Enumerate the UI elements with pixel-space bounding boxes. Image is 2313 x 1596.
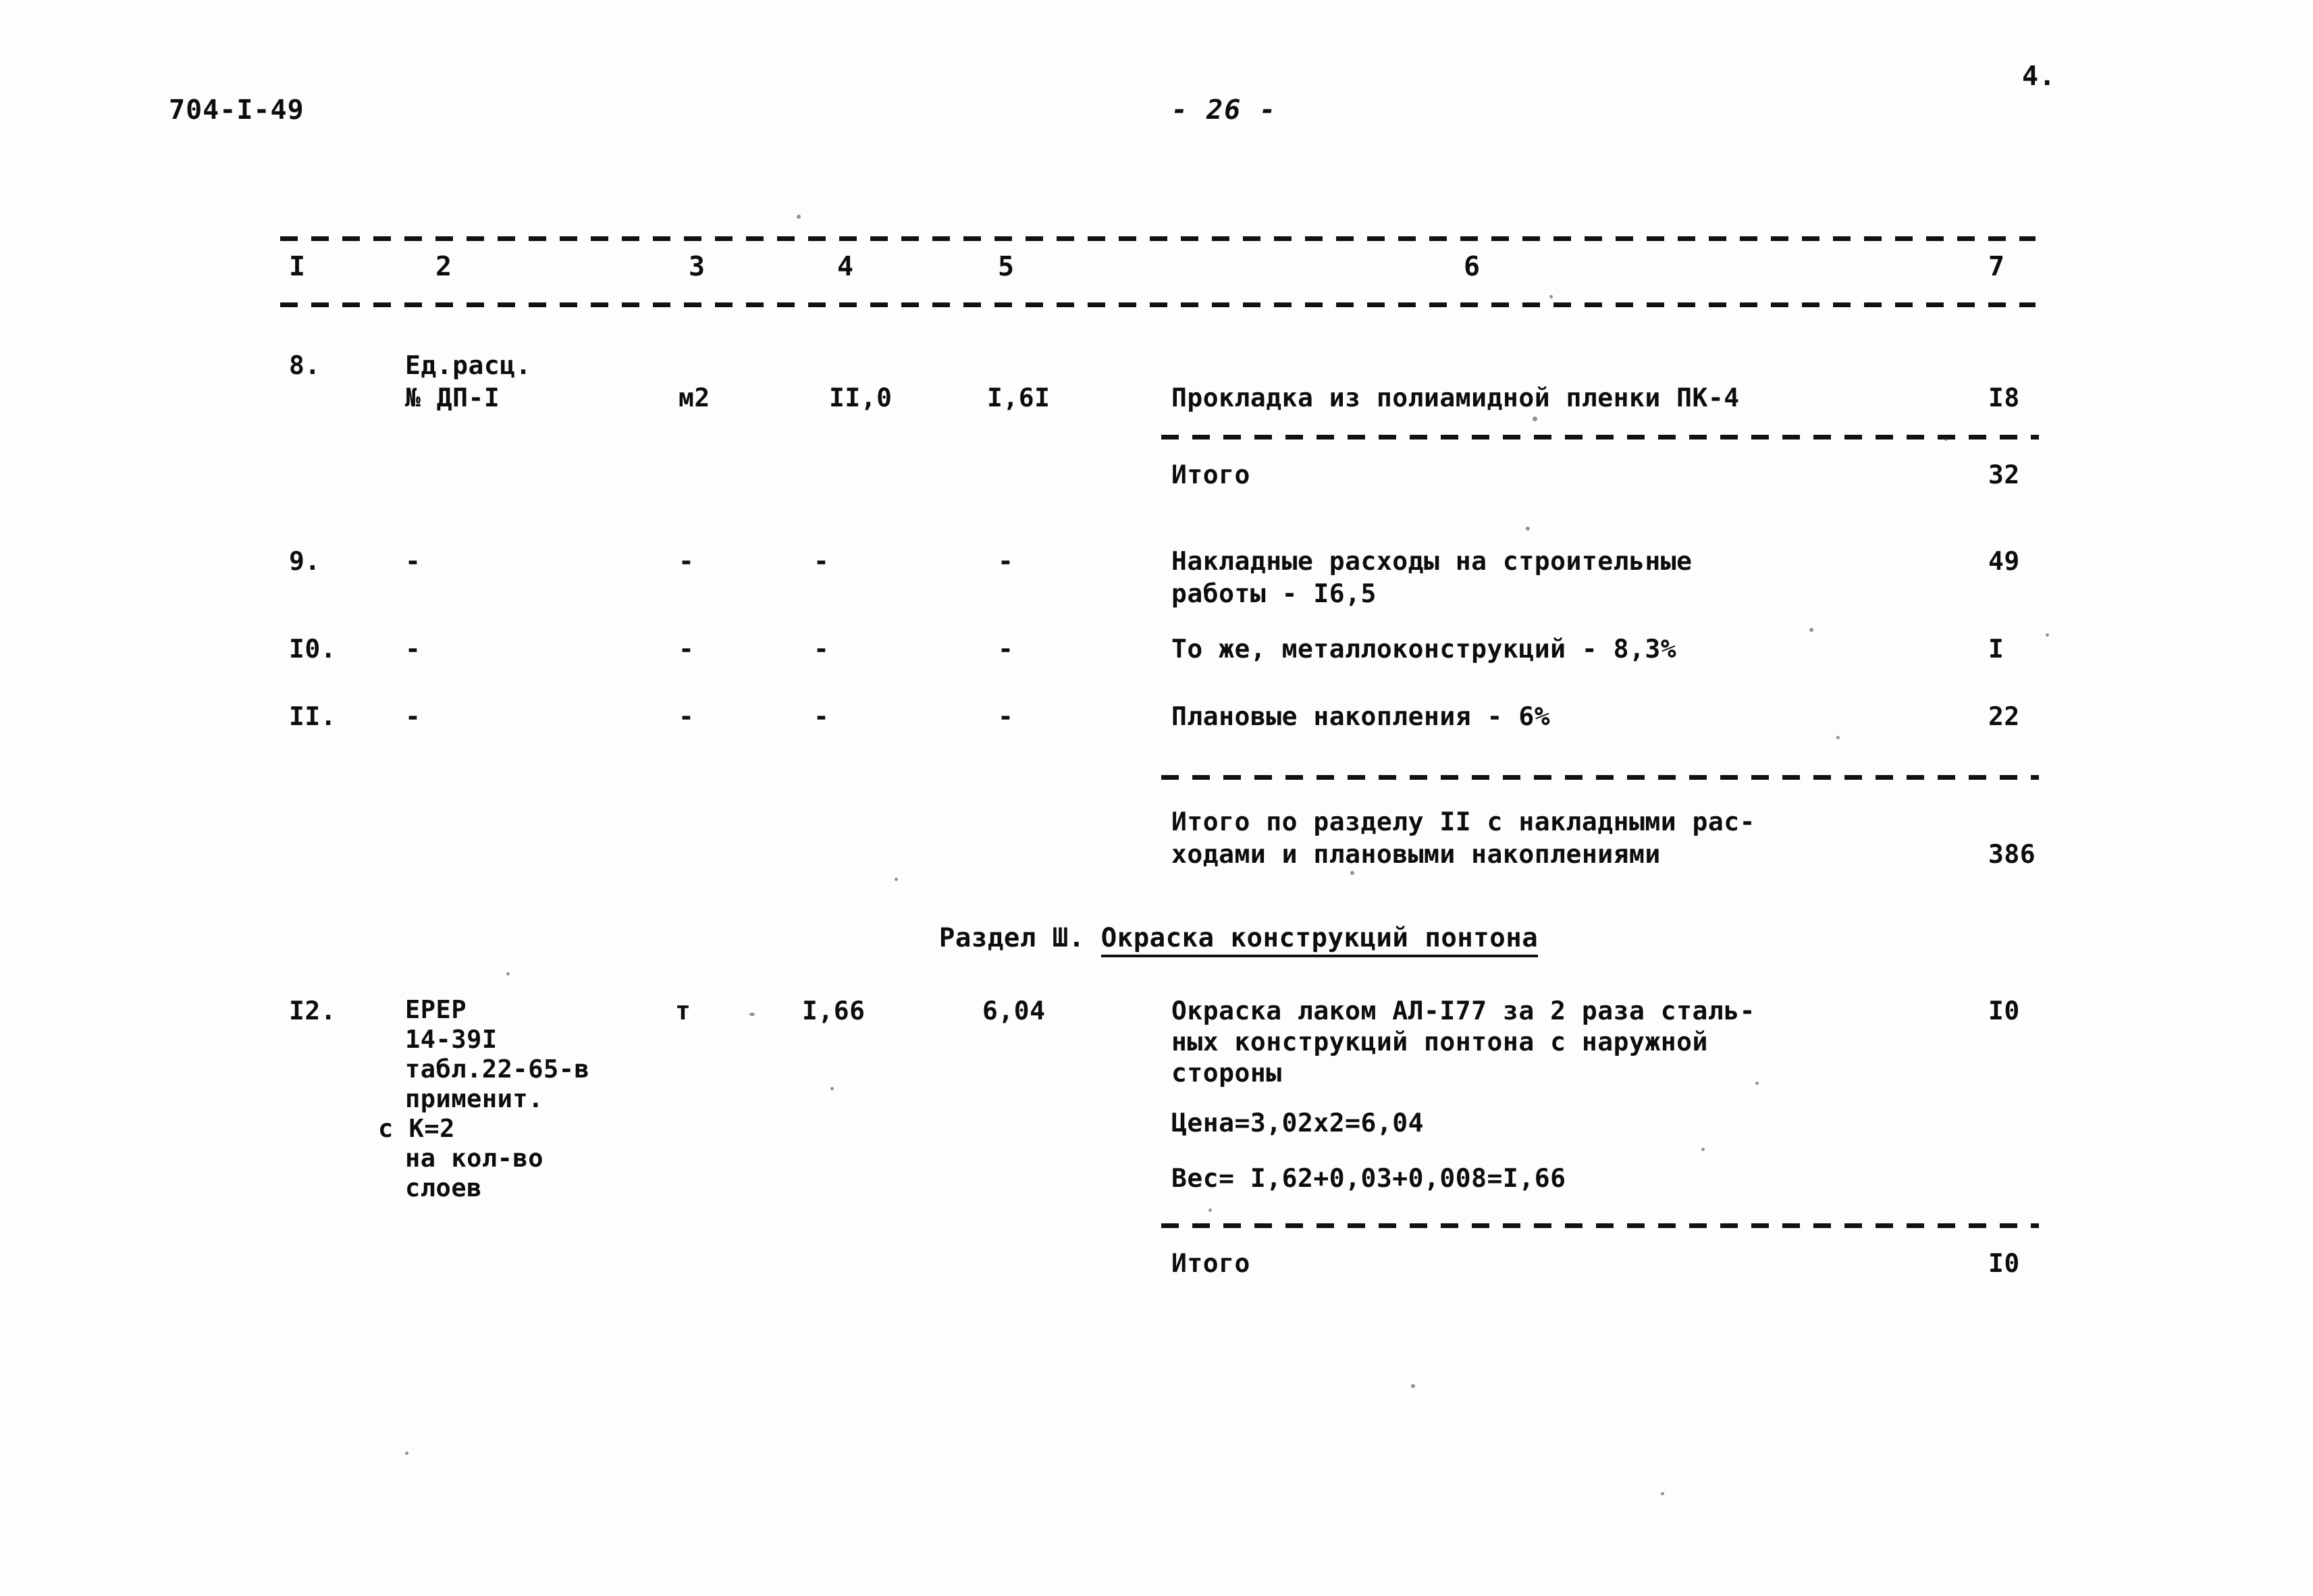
row-num: 8. bbox=[289, 350, 321, 380]
row-quantity: - bbox=[814, 634, 830, 664]
row-justification-line: слоев bbox=[405, 1173, 482, 1202]
scan-speckle bbox=[1411, 1384, 1415, 1388]
row-description-line: Итого по разделу II с накладными рас- bbox=[1171, 807, 1755, 836]
row-quantity: - bbox=[814, 701, 830, 731]
page-number-center: - 26 - bbox=[1171, 95, 1277, 126]
scan-speckle bbox=[1944, 437, 1948, 441]
row-price: 6,04 bbox=[982, 996, 1046, 1026]
scan-speckle bbox=[1526, 527, 1530, 531]
row-justification-line: применит. bbox=[405, 1084, 543, 1113]
final-subtotal-rule bbox=[1161, 1223, 2039, 1228]
row-description-line: ходами и плановыми накоплениями bbox=[1171, 839, 1661, 869]
scan-speckle bbox=[1755, 1082, 1759, 1085]
row-total: I0 bbox=[1988, 1248, 2020, 1278]
column-header-2: 2 bbox=[435, 251, 452, 282]
row-num: II. bbox=[289, 701, 337, 731]
row-total: 386 bbox=[1988, 839, 2036, 869]
row-justification-line: табл.22-65-в bbox=[405, 1055, 590, 1084]
row-total: 32 bbox=[1988, 460, 2020, 489]
row-justification-line: 14-39I bbox=[405, 1025, 498, 1054]
row-description-line: работы - I6,5 bbox=[1171, 579, 1377, 608]
scan-speckle bbox=[2046, 633, 2049, 637]
row-num: I0. bbox=[289, 634, 337, 664]
scan-speckle bbox=[830, 1087, 834, 1090]
scan-speckle bbox=[797, 215, 801, 219]
row-description-line: То же, металлоконструкций - 8,3% bbox=[1171, 634, 1677, 664]
column-header-4: 4 bbox=[837, 251, 854, 282]
table-top-rule bbox=[280, 236, 2036, 241]
row-justification-line: - bbox=[405, 546, 421, 576]
section-heading-prefix: Раздел Ш. bbox=[938, 923, 1085, 953]
row-price: I,6I bbox=[987, 383, 1051, 413]
scan-speckle bbox=[749, 1013, 755, 1016]
scan-speckle bbox=[1661, 1492, 1664, 1495]
row-unit: - bbox=[679, 634, 695, 664]
row-justification-line: - bbox=[405, 701, 421, 731]
row-num: 9. bbox=[289, 546, 321, 576]
column-header-7: 7 bbox=[1988, 251, 2005, 282]
scan-speckle bbox=[1208, 1208, 1212, 1212]
row-note-line: Цена=3,02х2=6,04 bbox=[1171, 1108, 1425, 1138]
row-quantity: I,66 bbox=[802, 996, 866, 1026]
row-justification-line: с К=2 bbox=[378, 1114, 455, 1143]
column-header-3: 3 bbox=[689, 251, 706, 282]
subtotal-rule bbox=[1161, 435, 2039, 440]
section-heading-title: Окраска конструкций понтона bbox=[1100, 923, 1539, 957]
row-description-line: Плановые накопления - 6% bbox=[1171, 701, 1551, 731]
row-justification-line: ЕРЕР bbox=[405, 995, 467, 1024]
scan-speckle bbox=[1549, 295, 1553, 298]
row-justification-line: № ДП-I bbox=[405, 383, 500, 413]
row-unit: м2 bbox=[679, 383, 710, 413]
row-description-line: Итого bbox=[1171, 1248, 1250, 1278]
row-description-line: Прокладка из полиамидной пленки ПК-4 bbox=[1171, 383, 1740, 413]
scan-speckle bbox=[895, 878, 898, 881]
row-total: 49 bbox=[1988, 546, 2020, 576]
row-unit: т bbox=[675, 996, 691, 1026]
column-header-1: I bbox=[289, 251, 306, 282]
row-description-line: Итого bbox=[1171, 460, 1250, 489]
document-code: 704-I-49 bbox=[169, 95, 304, 126]
row-description-line: стороны bbox=[1171, 1058, 1282, 1088]
scan-speckle bbox=[506, 972, 510, 976]
row-total: 22 bbox=[1988, 701, 2020, 731]
column-header-6: 6 bbox=[1464, 251, 1481, 282]
row-description-line: ных конструкций понтона с наружной bbox=[1171, 1027, 1708, 1057]
table-header-rule bbox=[280, 302, 2036, 307]
section-total-rule bbox=[1161, 775, 2039, 780]
row-description-line: Накладные расходы на строительные bbox=[1171, 546, 1693, 576]
row-justification-line: на кол-во bbox=[405, 1144, 543, 1173]
row-total: I bbox=[1988, 634, 2004, 664]
row-quantity: - bbox=[814, 546, 830, 576]
scan-speckle bbox=[1809, 628, 1813, 632]
row-num: I2. bbox=[289, 996, 337, 1026]
section-heading: Раздел Ш. Окраска конструкций понтона bbox=[874, 893, 1539, 984]
row-price: - bbox=[998, 634, 1014, 664]
row-price: - bbox=[998, 546, 1014, 576]
row-description-line: Окраска лаком АЛ-I77 за 2 раза сталь- bbox=[1171, 996, 1755, 1026]
page-number-corner: 4. bbox=[2022, 61, 2056, 92]
scan-speckle bbox=[1701, 1148, 1705, 1151]
row-quantity: II,0 bbox=[829, 383, 893, 413]
row-price: - bbox=[998, 701, 1014, 731]
row-total: I8 bbox=[1988, 383, 2020, 413]
row-justification-line: - bbox=[405, 634, 421, 664]
row-justification-line: Ед.расц. bbox=[405, 350, 532, 380]
row-total: I0 bbox=[1988, 996, 2020, 1026]
document-page: 704-I-49 - 26 - 4. I 2 3 4 5 6 7 8. Ед.р… bbox=[0, 0, 2313, 1596]
column-header-5: 5 bbox=[998, 251, 1015, 282]
row-note-line: Вес= I,62+0,03+0,008=I,66 bbox=[1171, 1163, 1566, 1193]
row-unit: - bbox=[679, 546, 695, 576]
scan-speckle bbox=[1350, 871, 1354, 875]
scan-speckle bbox=[1836, 736, 1840, 739]
scan-speckle bbox=[1533, 417, 1537, 421]
row-unit: - bbox=[679, 701, 695, 731]
scan-speckle bbox=[405, 1452, 408, 1455]
